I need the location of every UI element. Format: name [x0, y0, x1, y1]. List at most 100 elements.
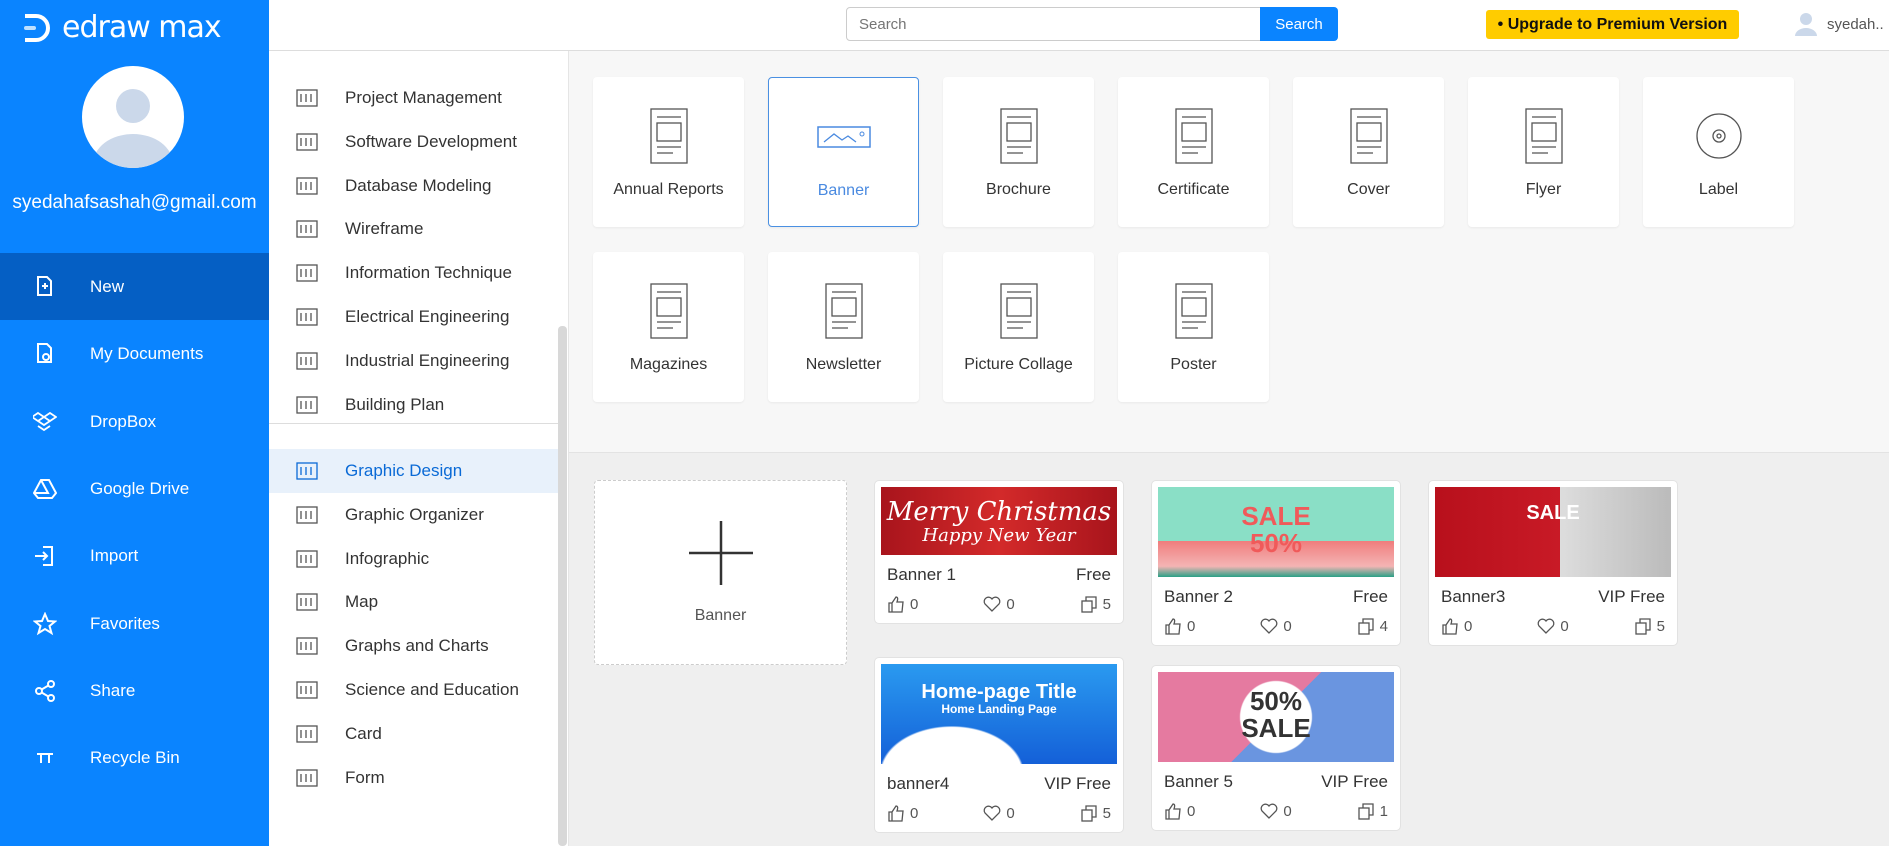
template-card[interactable]: Merry Christmas Happy New Year Banner 1 F… [874, 480, 1124, 624]
category-item[interactable]: Industrial Engineering [269, 339, 559, 383]
template-type-poster[interactable]: Poster [1118, 252, 1269, 402]
category-label: Wireframe [345, 219, 424, 238]
template-type-picture-collage[interactable]: Picture Collage [943, 252, 1094, 402]
category-item[interactable]: Database Modeling [269, 164, 559, 208]
template-type-magazines[interactable]: Magazines [593, 252, 744, 402]
category-item[interactable]: Graphic Design [269, 449, 559, 493]
like-button[interactable]: 0 [1164, 617, 1195, 635]
duplicate-button[interactable]: 5 [1080, 595, 1111, 613]
search-input[interactable] [846, 7, 1261, 41]
nav-favorites[interactable]: Favorites [0, 590, 269, 657]
category-item[interactable]: Infographic [269, 537, 559, 581]
template-thumbnail[interactable]: SALE 50% [1158, 487, 1394, 577]
thumbnail-text: SALE [1241, 501, 1311, 532]
nav-label: Recycle Bin [90, 747, 180, 767]
category-item[interactable]: Card [269, 712, 559, 756]
blank-banner-card[interactable]: Banner [594, 480, 847, 665]
category-item[interactable]: Building Plan [269, 383, 559, 427]
category-item[interactable]: Information Technique [269, 251, 559, 295]
nav-recycle-bin[interactable]: Recycle Bin [0, 724, 269, 791]
nav-label: Import [90, 545, 139, 565]
favorite-button[interactable]: 0 [983, 595, 1015, 613]
like-button[interactable]: 0 [1164, 802, 1195, 820]
nav-my-documents[interactable]: My Documents [0, 320, 269, 387]
picture-collage-icon [997, 280, 1041, 342]
template-card[interactable]: 50% SALE Banner 5 VIP Free 0 0 1 [1151, 665, 1401, 831]
category-item[interactable]: Form [269, 756, 559, 800]
nav-label: New [90, 276, 125, 296]
category-label: Industrial Engineering [345, 351, 510, 370]
template-thumbnail[interactable]: Merry Christmas Happy New Year [881, 487, 1117, 555]
template-card[interactable]: SALE 50% Banner 2 Free 0 0 4 [1151, 480, 1401, 646]
copy-icon [1358, 803, 1374, 820]
wireframe-icon [269, 218, 345, 240]
upgrade-premium-button[interactable]: • Upgrade to Premium Version [1486, 10, 1739, 39]
favorite-button[interactable]: 0 [1260, 802, 1292, 820]
favorite-button[interactable]: 0 [983, 804, 1015, 822]
template-type-annual-reports[interactable]: Annual Reports [593, 77, 744, 227]
template-type-label[interactable]: Label [1643, 77, 1794, 227]
template-card[interactable]: SALE Banner3 VIP Free 0 0 5 [1428, 480, 1678, 646]
like-button[interactable]: 0 [1441, 617, 1472, 635]
template-thumbnail[interactable]: 50% SALE [1158, 672, 1394, 762]
duplicate-button[interactable]: 5 [1634, 617, 1665, 635]
like-button[interactable]: 0 [887, 595, 918, 613]
copy-icon [1081, 596, 1097, 613]
template-type-grid: Annual Reports Banner Brochure Certificate C… [569, 51, 1889, 453]
like-button[interactable]: 0 [887, 804, 918, 822]
category-label: Graphic Organizer [345, 505, 484, 524]
search-button[interactable]: Search [1260, 7, 1338, 41]
nav-import[interactable]: Import [0, 522, 269, 589]
template-thumbnail[interactable]: SALE [1435, 487, 1671, 577]
category-label: Infographic [345, 549, 430, 568]
template-thumbnail[interactable]: Home-page Title Home Landing Page [881, 664, 1117, 764]
duplicate-button[interactable]: 5 [1080, 804, 1111, 822]
template-type-certificate[interactable]: Certificate [1118, 77, 1269, 227]
category-item[interactable]: Wireframe [269, 207, 559, 251]
like-count: 0 [1187, 617, 1196, 635]
duplicate-button[interactable]: 4 [1357, 617, 1388, 635]
category-item[interactable]: Electrical Engineering [269, 295, 559, 339]
building-plan-icon [269, 394, 345, 416]
template-type-newsletter[interactable]: Newsletter [768, 252, 919, 402]
heart-icon [1537, 618, 1555, 634]
category-panel: Project Management Software Development Da… [269, 51, 569, 846]
category-item[interactable]: Software Development [269, 120, 559, 164]
favorite-button[interactable]: 0 [1260, 617, 1292, 635]
user-menu[interactable]: syedah.. [1795, 12, 1884, 36]
project-management-icon [269, 87, 345, 109]
category-label: Database Modeling [345, 176, 492, 195]
like-count: 0 [910, 804, 919, 822]
nav-dropbox[interactable]: DropBox [0, 388, 269, 455]
flyer-icon [1522, 105, 1566, 167]
template-type-brochure[interactable]: Brochure [943, 77, 1094, 227]
duplicate-button[interactable]: 1 [1357, 802, 1388, 820]
template-type-flyer[interactable]: Flyer [1468, 77, 1619, 227]
category-item[interactable]: Map [269, 580, 559, 624]
graphs-charts-icon [269, 635, 345, 657]
favorite-button[interactable]: 0 [1537, 617, 1569, 635]
nav-label: DropBox [90, 411, 157, 431]
electrical-engineering-icon [269, 306, 345, 328]
graphic-design-icon [269, 460, 345, 482]
template-type-label: Picture Collage [964, 356, 1073, 373]
template-type-banner[interactable]: Banner [768, 77, 919, 227]
template-type-cover[interactable]: Cover [1293, 77, 1444, 227]
template-card[interactable]: Home-page Title Home Landing Page banner… [874, 657, 1124, 833]
nav-share[interactable]: Share [0, 657, 269, 724]
scrollbar[interactable] [558, 326, 567, 846]
category-label: Software Development [345, 132, 517, 151]
category-label: Project Management [345, 88, 502, 107]
nav-new[interactable]: New [0, 253, 269, 320]
category-item[interactable]: Graphic Organizer [269, 493, 559, 537]
category-item[interactable]: Graphs and Charts [269, 624, 559, 668]
logo[interactable]: edraw max [22, 10, 222, 45]
profile-avatar[interactable] [82, 66, 184, 168]
copy-count: 5 [1102, 804, 1111, 822]
heart-icon [983, 596, 1001, 612]
category-item[interactable]: Project Management [269, 76, 559, 120]
nav-google-drive[interactable]: Google Drive [0, 455, 269, 522]
like-count: 0 [910, 595, 919, 613]
category-item[interactable]: Science and Education [269, 668, 559, 712]
template-price: VIP Free [1321, 772, 1388, 791]
